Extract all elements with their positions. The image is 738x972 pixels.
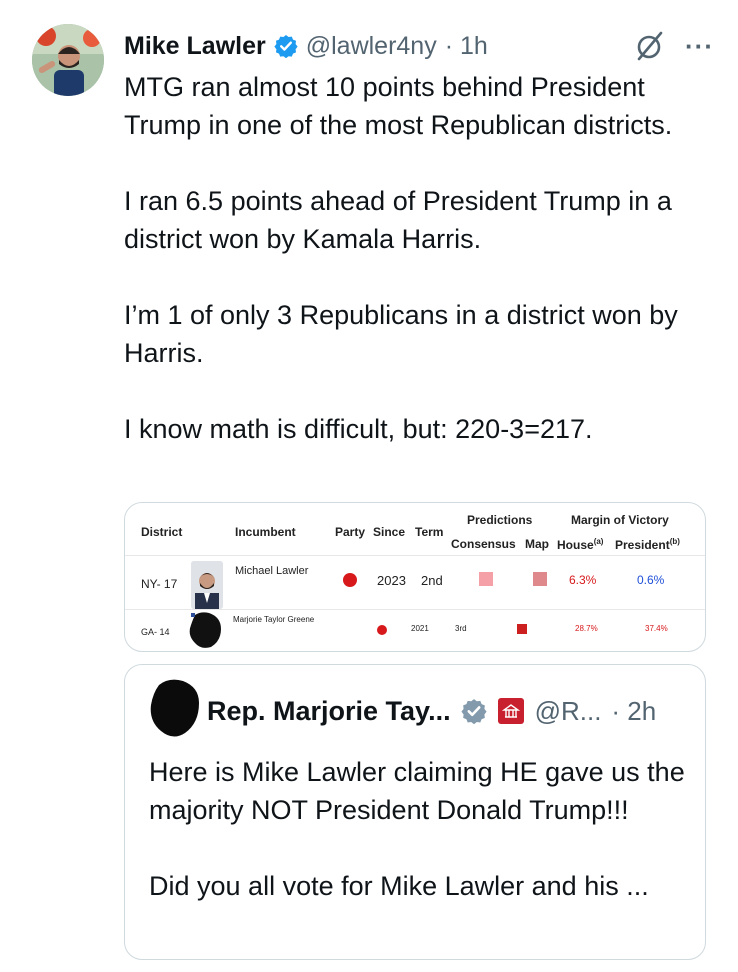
row-term: 2nd [421,573,443,588]
tweet-paragraph: I know math is difficult, but: 220-3=217… [124,414,593,444]
quoted-timestamp[interactable]: · 2h [611,696,656,727]
quoted-author-avatar-redacted[interactable] [149,679,201,739]
party-republican-icon [343,573,357,587]
header-incumbent: Incumbent [235,525,296,539]
government-seal-icon [497,697,525,725]
tweet-timestamp[interactable]: · 1h [445,32,488,61]
tweet-header: Mike Lawler @lawler4ny · 1h ··· [124,28,714,64]
quoted-author-name[interactable]: Rep. Marjorie Tay... [207,696,451,727]
table-divider [125,609,705,610]
tweet-paragraph: I ran 6.5 points ahead of President Trum… [124,186,672,254]
header-term: Term [415,525,444,539]
row-house-margin: 28.7% [575,624,598,633]
lawler-photo [191,561,223,609]
row-district: GA- 14 [141,627,170,637]
row-term: 3rd [455,624,467,633]
quoted-paragraph: Here is Mike Lawler claiming HE gave us … [149,757,685,825]
map-safe-r-swatch [517,624,527,634]
row-house-margin: 6.3% [569,573,597,587]
tweet-paragraph: MTG ran almost 10 points behind Presiden… [124,72,673,140]
row-president-margin: 37.4% [645,624,668,633]
quoted-paragraph: Did you all vote for Mike Lawler and his… [149,871,649,901]
more-options-icon[interactable]: ··· [685,33,714,59]
row-incumbent[interactable]: Michael Lawler [235,565,308,577]
header-house: House(a) [557,537,604,552]
header-since: Since [373,525,406,539]
header-district: District [141,525,183,539]
verified-badge-icon[interactable] [274,34,298,59]
header-margin-of-victory: Margin of Victory [571,513,669,527]
row-incumbent[interactable]: Marjorie Taylor Greene [233,615,314,624]
quoted-header: Rep. Marjorie Tay... @R... · 2h [207,693,656,729]
consensus-lean-r-swatch [479,572,493,586]
tweet-paragraph: I’m 1 of only 3 Republicans in a distric… [124,300,678,368]
header-map: Map [525,537,549,551]
avatar-photo [32,24,104,96]
author-name[interactable]: Mike Lawler [124,32,266,61]
grok-slash-icon[interactable] [633,29,667,63]
author-handle[interactable]: @lawler4ny [306,32,437,61]
header-party: Party [335,525,366,539]
author-avatar[interactable] [32,24,104,96]
header-president: President(b) [615,537,680,552]
gray-verified-badge-icon[interactable] [461,698,487,725]
row-since: 2021 [411,624,429,633]
row-district: NY- 17 [141,577,178,591]
map-lean-r-swatch [533,572,547,586]
quoted-handle[interactable]: @R... [535,696,602,727]
quoted-tweet[interactable]: Rep. Marjorie Tay... @R... · 2h Here is … [124,664,706,960]
party-republican-icon [377,625,387,635]
table-divider [125,555,705,556]
attached-table-image[interactable]: District Incumbent Party Since Term Pred… [124,502,706,652]
header-predictions: Predictions [467,513,533,527]
quoted-text: Here is Mike Lawler claiming HE gave us … [149,753,689,905]
row-president-margin: 0.6% [637,573,665,587]
tweet-text: MTG ran almost 10 points behind Presiden… [124,68,714,448]
header-actions: ··· [633,28,714,64]
header-consensus: Consensus [451,537,516,551]
row-since: 2023 [377,573,406,588]
redacted-photo [189,611,223,649]
